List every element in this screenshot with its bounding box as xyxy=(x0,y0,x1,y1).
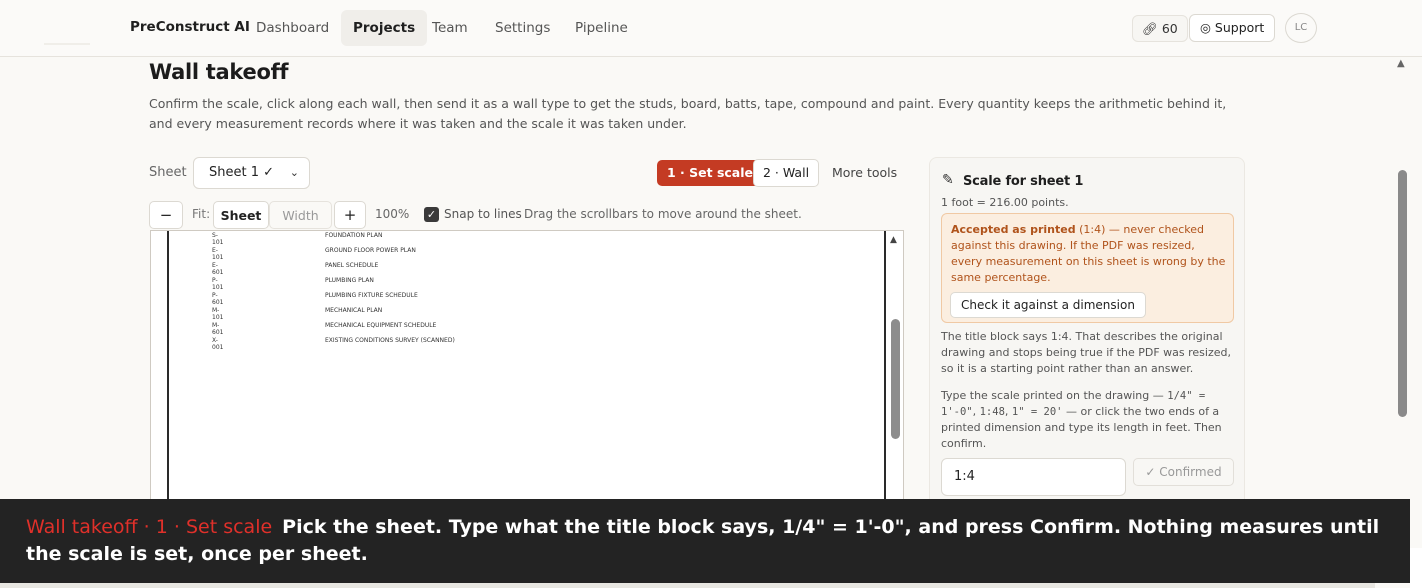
step-wall-button[interactable]: 2 · Wall xyxy=(753,159,820,187)
page-scroll-thumb[interactable] xyxy=(1398,170,1407,417)
warning-text: Accepted as printed (1:4) — never checke… xyxy=(951,222,1229,286)
tutorial-caption: Wall takeoff · 1 · Set scale Pick the she… xyxy=(0,499,1410,583)
warning-strong: Accepted as printed xyxy=(951,223,1076,236)
zoom-level: 100% xyxy=(375,207,410,221)
avatar[interactable]: LC xyxy=(1285,13,1317,43)
drawing-code: M-101 xyxy=(212,307,224,321)
zoom-in-button[interactable]: + xyxy=(334,201,366,229)
drawing-name: PANEL SCHEDULE xyxy=(325,262,379,269)
canvas-scroll-thumb[interactable] xyxy=(891,319,900,439)
drawing-name: MECHANICAL EQUIPMENT SCHEDULE xyxy=(325,322,437,329)
sheet-select[interactable]: Sheet 1 ✓ ⌄ xyxy=(193,157,310,189)
credits-count: 60 xyxy=(1161,21,1178,36)
drawing-code: P-601 xyxy=(212,292,224,306)
drawing-code: M-601 xyxy=(212,322,224,336)
fit-label: Fit: xyxy=(192,207,211,221)
drag-hint: Drag the scrollbars to move around the s… xyxy=(524,207,802,221)
drawing-code: E-101 xyxy=(212,247,224,261)
caption-edge xyxy=(1410,548,1422,588)
brand-name[interactable]: PreConstruct AI xyxy=(130,19,250,35)
more-tools-button[interactable]: More tools xyxy=(832,165,897,180)
nav-dashboard[interactable]: Dashboard xyxy=(244,10,341,46)
scale-input[interactable]: 1:4 xyxy=(941,458,1126,496)
confirmed-button[interactable]: ✓ Confirmed xyxy=(1133,458,1234,486)
ruler-icon: ✎ xyxy=(942,172,954,188)
nav-projects[interactable]: Projects xyxy=(341,10,428,46)
chevron-down-icon: ⌄ xyxy=(289,166,299,179)
title-block-note: The title block says 1:4. That describes… xyxy=(941,330,1231,375)
lifebuoy-icon: ◎ xyxy=(1200,20,1211,35)
support-button[interactable]: ◎ Support xyxy=(1189,14,1276,42)
fit-width-button[interactable]: Width xyxy=(269,201,332,229)
zoom-out-button[interactable]: − xyxy=(149,201,183,229)
snap-checkbox[interactable]: ✓ xyxy=(424,207,439,222)
sheet-border-left xyxy=(167,231,169,505)
page-title: Wall takeoff xyxy=(149,60,289,84)
sheet-border-right xyxy=(884,231,886,505)
link-icon: 🔗︎ xyxy=(1142,21,1158,36)
drawing-code: S-101 xyxy=(212,232,224,246)
panel-title: Scale for sheet 1 xyxy=(963,174,1084,189)
logo[interactable] xyxy=(44,43,90,45)
nav-team[interactable]: Team xyxy=(420,10,480,46)
fit-sheet-button[interactable]: Sheet xyxy=(213,201,269,229)
caption-bottom-edge xyxy=(0,583,1375,588)
nav-pipeline[interactable]: Pipeline xyxy=(563,10,640,46)
sheet-canvas[interactable]: S-101 FOUNDATION PLAN E-101 GROUND FLOOR PO… xyxy=(150,230,904,505)
drawing-name: GROUND FLOOR POWER PLAN xyxy=(325,247,416,254)
scroll-up-arrow-icon[interactable]: ▲ xyxy=(890,235,897,245)
credits-badge[interactable]: 🔗︎ 60 xyxy=(1132,15,1188,42)
caption-text: Wall takeoff · 1 · Set scale Pick the she… xyxy=(26,514,1396,568)
support-label: Support xyxy=(1214,20,1265,35)
drawing-name: MECHANICAL PLAN xyxy=(325,307,383,314)
scale-instructions: Type the scale printed on the drawing — … xyxy=(941,389,1222,450)
top-nav: PreConstruct AI Dashboard Projects Team … xyxy=(0,0,1422,57)
drawing-name: FOUNDATION PLAN xyxy=(325,232,383,239)
sheet-label: Sheet xyxy=(149,165,187,180)
scale-panel: ✎ Scale for sheet 1 1 foot = 216.00 poin… xyxy=(929,157,1245,507)
page-description: Confirm the scale, click along each wall… xyxy=(149,96,1227,131)
drawing-name: PLUMBING PLAN xyxy=(325,277,374,284)
drawing-name: EXISTING CONDITIONS SURVEY (SCANNED) xyxy=(325,337,455,344)
sheet-toolbar: − Fit: Sheet Width + 100% ✓ Snap to line… xyxy=(149,201,909,229)
panel-scale-readout: 1 foot = 216.00 points. xyxy=(941,196,1069,209)
scale-warning: Accepted as printed (1:4) — never checke… xyxy=(941,213,1234,323)
drawing-code: X-001 xyxy=(212,337,224,351)
caption-tag: Wall takeoff · 1 · Set scale xyxy=(26,516,273,538)
sheet-select-value: Sheet 1 ✓ xyxy=(209,165,275,180)
drawing-code: P-101 xyxy=(212,277,224,291)
snap-label[interactable]: Snap to lines xyxy=(444,207,522,221)
drawing-code: E-601 xyxy=(212,262,224,276)
page-scroll-up-icon[interactable]: ▲ xyxy=(1397,58,1405,69)
check-dimension-button[interactable]: Check it against a dimension xyxy=(950,292,1146,318)
nav-settings[interactable]: Settings xyxy=(483,10,562,46)
drawing-name: PLUMBING FIXTURE SCHEDULE xyxy=(325,292,418,299)
step-set-scale-button[interactable]: 1 · Set scale xyxy=(657,160,764,186)
